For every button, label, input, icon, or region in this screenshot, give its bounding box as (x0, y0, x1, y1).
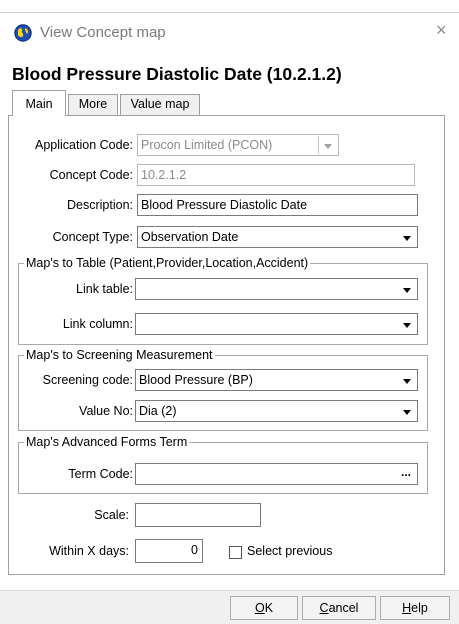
cancel-mnemonic: C (319, 601, 329, 615)
tab-value-map[interactable]: Value map (120, 94, 200, 115)
chevron-down-icon[interactable] (398, 371, 416, 389)
value-no-value: Dia (2) (139, 404, 177, 418)
maps-to-table-legend: Map's to Table (Patient,Provider,Locatio… (24, 255, 311, 271)
cancel-label-rest: ancel (328, 601, 359, 615)
ok-label-rest: K (264, 601, 274, 615)
ok-button[interactable]: OK (230, 596, 298, 620)
screening-code-label: Screening code: (42, 373, 133, 387)
screening-code-value: Blood Pressure (BP) (139, 373, 253, 387)
application-code-label: Application Code: (35, 138, 133, 152)
tab-more[interactable]: More (68, 94, 118, 115)
link-column-dropdown[interactable] (135, 313, 418, 335)
concept-type-dropdown[interactable]: Observation Date (137, 226, 418, 248)
help-button[interactable]: Help (380, 596, 450, 620)
application-code-dropdown[interactable]: Procon Limited (PCON) (137, 134, 339, 156)
window-title: View Concept map (40, 24, 166, 41)
link-table-dropdown[interactable] (135, 278, 418, 300)
ok-mnemonic: O (254, 601, 265, 615)
close-icon[interactable]: × (436, 20, 447, 40)
maps-to-screening-legend: Map's to Screening Measurement (24, 347, 215, 363)
concept-code-label: Concept Code: (49, 168, 133, 182)
browse-ellipsis-button[interactable]: ... (396, 465, 416, 483)
chevron-down-icon[interactable] (398, 228, 416, 246)
description-field[interactable]: Blood Pressure Diastolic Date (137, 194, 418, 216)
maps-advanced-forms-legend: Map's Advanced Forms Term (24, 434, 190, 450)
concept-type-label: Concept Type: (52, 230, 133, 244)
link-table-label: Link table: (76, 282, 133, 296)
value-no-label: Value No: (79, 404, 133, 418)
chevron-down-icon[interactable] (398, 315, 416, 333)
term-code-label: Term Code: (68, 467, 133, 481)
select-previous-label: Select previous (247, 544, 333, 558)
select-previous-checkbox[interactable] (229, 546, 242, 559)
help-mnemonic: H (402, 601, 412, 615)
scale-label: Scale: (94, 508, 129, 522)
description-label: Description: (67, 198, 133, 212)
tab-main[interactable]: Main (12, 90, 66, 116)
value-no-dropdown[interactable]: Dia (2) (135, 400, 418, 422)
chevron-down-icon[interactable] (398, 280, 416, 298)
within-days-label: Within X days: (49, 544, 129, 558)
chevron-down-icon[interactable] (318, 136, 337, 154)
help-label-rest: elp (411, 601, 428, 615)
cancel-button[interactable]: Cancel (302, 596, 376, 620)
scale-field[interactable] (135, 503, 261, 527)
concept-code-field[interactable]: 10.2.1.2 (137, 164, 415, 186)
within-days-field[interactable]: 0 (135, 539, 203, 563)
link-column-label: Link column: (62, 317, 133, 331)
dialog-heading: Blood Pressure Diastolic Date (10.2.1.2) (12, 64, 342, 84)
application-code-value: Procon Limited (PCON) (141, 138, 273, 152)
screening-code-dropdown[interactable]: Blood Pressure (BP) (135, 369, 418, 391)
chevron-down-icon[interactable] (398, 402, 416, 420)
globe-icon (14, 24, 32, 42)
concept-type-value: Observation Date (141, 230, 239, 244)
term-code-field[interactable]: ... (135, 463, 418, 485)
